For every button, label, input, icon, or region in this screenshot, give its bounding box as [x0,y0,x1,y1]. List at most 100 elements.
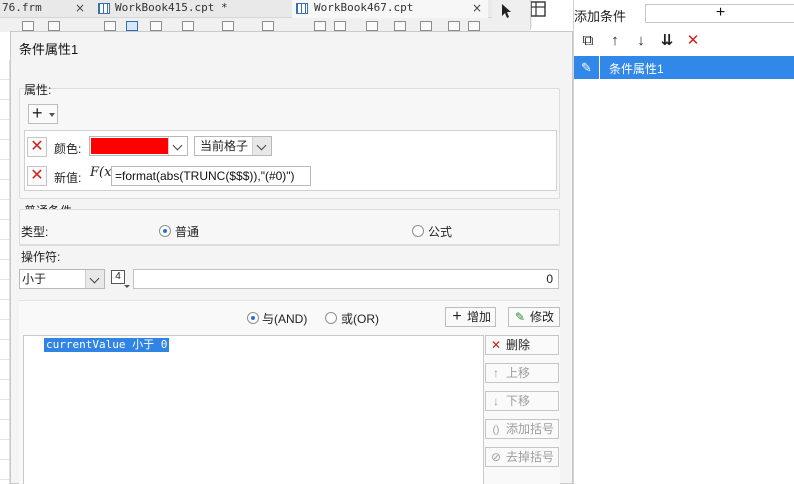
dialog-title: 条件属性1 [19,42,79,57]
move-up-button[interactable]: ↑ 上移 [485,363,559,383]
tab-workbook415[interactable]: WorkBook415.cpt * × [93,0,375,18]
toolbar-button[interactable] [150,21,162,31]
cursor-tool[interactable] [492,0,546,28]
condition-value-input[interactable]: 0 [133,269,559,289]
operator-label: 操作符: [21,250,61,264]
tab-76-frm[interactable]: 76.frm × [0,0,92,18]
edit-icon: ✎ [514,310,526,324]
add-condition-plus-button[interactable]: + [645,4,794,23]
close-icon[interactable]: × [472,0,482,16]
add-condition-button[interactable]: + 增加 [445,307,496,327]
delete-icon[interactable]: ✕ [684,32,702,50]
value-type-icon[interactable]: 4 [111,270,125,284]
new-value-formula-field[interactable]: =format(abs(TRUNC($$$)),"(#0)") [111,166,311,186]
edit-icon[interactable]: ✎ [574,56,600,79]
section-divider [19,245,560,246]
move-up-label: 上移 [506,366,531,380]
condition-list-panel: 添加条件 + ⧉ ↑ ↓ ⇊ ✕ ✎ 条件属性1 [573,0,794,484]
color-label: 颜色: [54,142,82,156]
add-condition-title: 添加条件 [574,9,627,24]
close-icon[interactable]: × [75,0,85,16]
operator-value: 小于 [22,272,47,286]
new-value-label: 新值: [54,171,82,185]
toolbar-button[interactable] [126,21,138,31]
add-condition-label: 增加 [467,310,492,324]
type-normal-radio[interactable] [159,225,171,237]
background-toolbar [0,18,530,32]
close-icon: ✕ [490,338,502,352]
chevron-down-icon[interactable] [252,137,271,155]
color-swatch [91,138,168,154]
logic-or-radio[interactable] [325,312,337,324]
color-scope-select[interactable]: 当前格子 [194,136,272,156]
toolbar-button[interactable] [334,21,346,31]
modify-condition-label: 修改 [530,310,555,324]
toolbar-button[interactable] [262,21,274,31]
document-tab-strip: 76.frm × WorkBook415.cpt * × WorkBook467… [0,0,530,18]
condition-list[interactable]: currentValue 小于 0 [23,335,484,484]
workbook-icon [98,3,110,14]
toolbar-button[interactable] [222,21,234,31]
chevron-down-icon[interactable] [168,137,187,155]
remove-bracket-button[interactable]: ⊘ 去掉括号 [485,447,559,467]
type-normal-label[interactable]: 普通 [175,223,199,240]
toolbar-button[interactable] [366,21,378,31]
move-down-button[interactable]: ↓ 下移 [485,391,559,411]
pointer-icon [502,4,511,18]
move-up-icon[interactable]: ↑ [606,32,624,50]
modify-condition-button[interactable]: ✎ 修改 [508,307,560,327]
add-bracket-label: 添加括号 [506,422,555,436]
tab-label: 76.frm [2,1,42,14]
delete-new-value-property-button[interactable]: ✕ [27,166,47,186]
condition-item-row[interactable]: ✎ 条件属性1 [574,56,794,79]
tab-label: WorkBook467.cpt [314,1,414,14]
toolbar-button[interactable] [448,21,460,31]
remove-bracket-icon: ⊘ [490,450,502,464]
type-formula-radio[interactable] [412,225,424,237]
tab-workbook467[interactable]: WorkBook467.cpt × [292,0,488,18]
toolbar-button[interactable] [22,21,34,31]
common-condition-panel [19,209,560,245]
plus-icon: + [452,308,462,325]
toolbar-button[interactable] [182,21,194,31]
toolbar-button[interactable] [48,21,60,31]
add-bracket-button[interactable]: () 添加括号 [485,419,559,439]
move-down-label: 下移 [506,394,531,408]
type-label: 类型: [21,225,49,239]
tab-label: WorkBook415.cpt * [115,1,228,14]
delete-condition-button[interactable]: ✕ 删除 [485,335,559,355]
condition-property-dialog: 条件属性1 属性: + ✕ 颜色: 当前格子 ✕ 新值: F(x) =forma… [10,31,573,484]
delete-color-property-button[interactable]: ✕ [27,137,47,157]
logic-or-label[interactable]: 或(OR) [341,310,379,327]
properties-section-label: 属性: [24,83,52,97]
copy-icon[interactable]: ⧉ [579,32,597,50]
toolbar-button[interactable] [314,21,326,31]
chevron-down-icon[interactable] [85,270,104,288]
move-down-icon[interactable]: ↓ [632,32,650,50]
panel-divider [530,0,531,30]
toolbar-button[interactable] [420,21,432,31]
chevron-down-icon [49,113,55,117]
color-scope-value: 当前格子 [200,139,249,153]
move-bottom-icon[interactable]: ⇊ [658,32,676,50]
arrow-down-icon: ↓ [493,394,499,408]
list-item[interactable]: currentValue 小于 0 [44,338,170,352]
condition-toolbar: ⧉ ↑ ↓ ⇊ ✕ [574,30,794,54]
add-property-button[interactable]: + [28,104,58,124]
plus-icon: + [32,103,43,123]
logic-and-radio[interactable] [247,312,259,324]
toolbar-button[interactable] [394,21,406,31]
bracket-icon: () [492,425,500,436]
logic-and-label[interactable]: 与(AND) [262,310,307,327]
operator-select[interactable]: 小于 [19,269,105,289]
toolbar-button[interactable] [468,21,480,31]
chevron-down-icon[interactable] [124,285,130,288]
toolbar-button[interactable] [104,21,116,31]
delete-condition-label: 删除 [506,338,531,352]
type-formula-label[interactable]: 公式 [428,223,452,240]
condition-item-label: 条件属性1 [609,62,664,76]
remove-bracket-label: 去掉括号 [506,450,555,464]
grid-icon [530,1,546,17]
background-sheet-rows [0,60,10,484]
color-picker[interactable] [89,136,188,156]
